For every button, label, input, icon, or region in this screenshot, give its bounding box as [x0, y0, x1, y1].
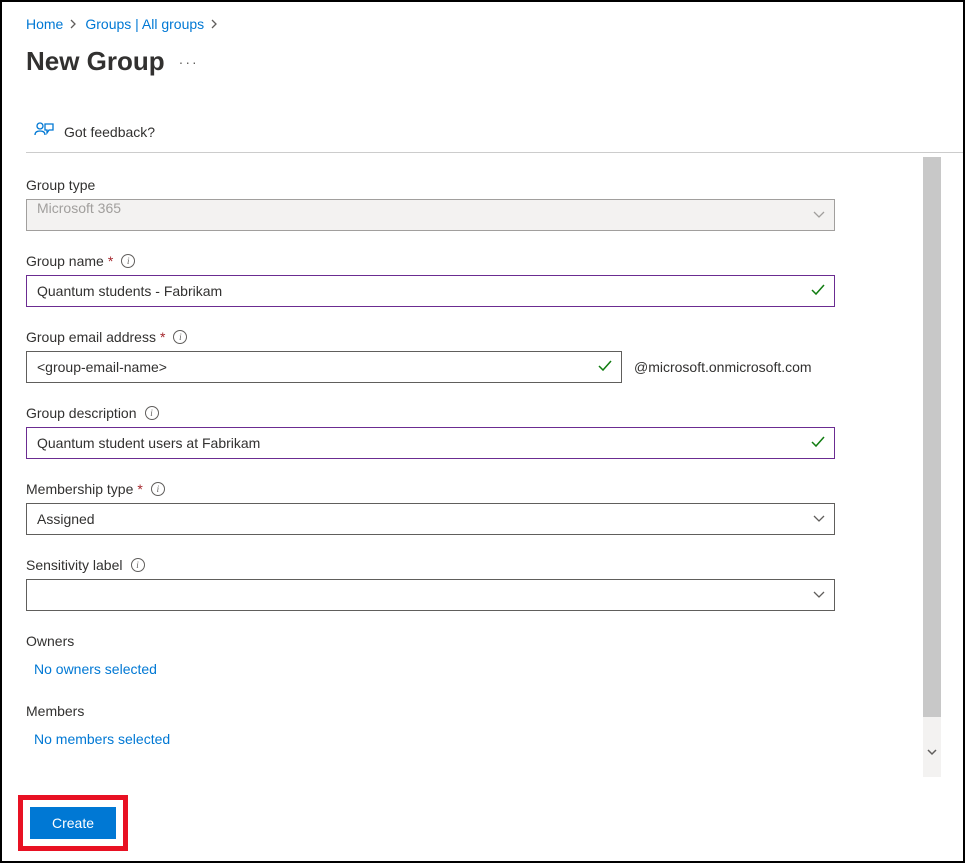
breadcrumb-home[interactable]: Home [26, 16, 63, 32]
feedback-icon [34, 121, 54, 142]
feedback-text: Got feedback? [64, 124, 155, 140]
scrollbar-thumb[interactable] [923, 157, 941, 717]
info-icon[interactable]: i [145, 406, 159, 420]
info-icon[interactable]: i [131, 558, 145, 572]
page-title: New Group [26, 46, 165, 77]
more-options-button[interactable]: ··· [179, 54, 199, 70]
members-label: Members [26, 703, 835, 719]
group-name-input[interactable] [26, 275, 835, 307]
create-highlight-box: Create [18, 795, 128, 851]
sensitivity-label-select[interactable] [26, 579, 835, 611]
create-button[interactable]: Create [30, 807, 116, 839]
scroll-down-arrow-icon[interactable] [927, 748, 937, 759]
required-indicator: * [108, 253, 113, 269]
required-indicator: * [160, 329, 165, 345]
chevron-right-icon [211, 17, 219, 32]
members-link[interactable]: No members selected [26, 731, 835, 747]
group-type-label: Group type [26, 177, 95, 193]
group-description-label: Group description [26, 405, 137, 421]
group-type-select[interactable]: Microsoft 365 [26, 199, 835, 231]
info-icon[interactable]: i [173, 330, 187, 344]
group-description-input[interactable] [26, 427, 835, 459]
info-icon[interactable]: i [151, 482, 165, 496]
group-email-label: Group email address [26, 329, 156, 345]
membership-type-select[interactable]: Assigned [26, 503, 835, 535]
membership-type-label: Membership type [26, 481, 133, 497]
required-indicator: * [137, 481, 142, 497]
feedback-link[interactable]: Got feedback? [26, 113, 939, 152]
sensitivity-label-label: Sensitivity label [26, 557, 123, 573]
owners-label: Owners [26, 633, 835, 649]
info-icon[interactable]: i [121, 254, 135, 268]
group-email-input[interactable] [26, 351, 622, 383]
breadcrumb: Home Groups | All groups [26, 16, 939, 32]
breadcrumb-groups[interactable]: Groups | All groups [85, 16, 204, 32]
owners-link[interactable]: No owners selected [26, 661, 835, 677]
chevron-right-icon [70, 17, 78, 32]
email-domain-text: @microsoft.onmicrosoft.com [634, 359, 812, 375]
group-name-label: Group name [26, 253, 104, 269]
